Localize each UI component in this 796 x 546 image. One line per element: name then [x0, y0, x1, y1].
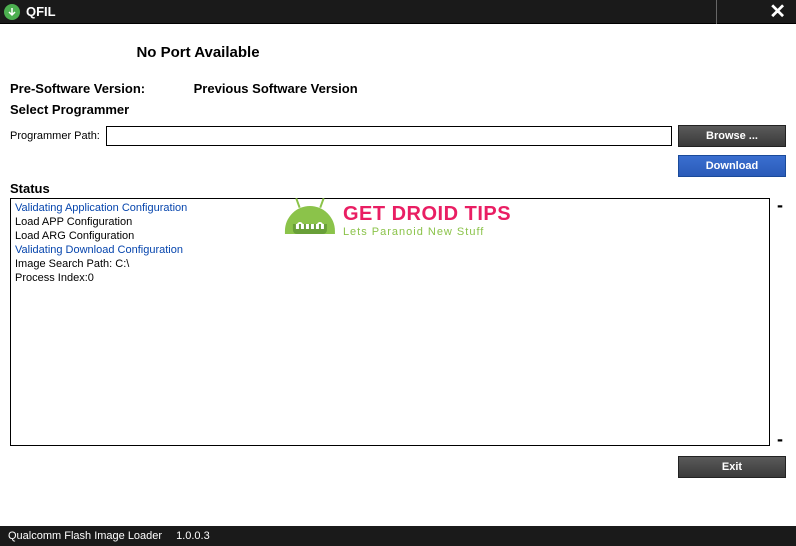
close-button[interactable]: ✕: [763, 0, 792, 24]
status-collapse-bottom[interactable]: -: [774, 434, 786, 444]
programmer-path-input[interactable]: [106, 126, 672, 146]
download-row: Download: [10, 155, 786, 177]
status-box[interactable]: Validating Application ConfigurationLoad…: [10, 198, 770, 446]
status-collapse-top[interactable]: -: [774, 200, 786, 210]
main-content: No Port Available Pre-Software Version: …: [0, 44, 796, 478]
status-line: Load ARG Configuration: [15, 229, 765, 243]
exit-button[interactable]: Exit: [678, 456, 786, 478]
browse-button[interactable]: Browse ...: [678, 125, 786, 147]
status-container: Validating Application ConfigurationLoad…: [10, 198, 786, 446]
version-label: Pre-Software Version:: [10, 81, 190, 96]
exit-row: Exit: [10, 456, 786, 478]
footer: Qualcomm Flash Image Loader 1.0.0.3: [0, 526, 796, 546]
status-line: Process Index:0: [15, 271, 765, 285]
status-side: - -: [774, 198, 786, 446]
app-title: QFIL: [26, 4, 671, 19]
footer-name: Qualcomm Flash Image Loader: [8, 530, 162, 542]
select-programmer-label: Select Programmer: [10, 102, 786, 117]
status-line: Validating Application Configuration: [15, 201, 765, 215]
version-value: Previous Software Version: [194, 81, 358, 96]
port-status: No Port Available: [10, 44, 786, 61]
status-line: Image Search Path: C:\: [15, 257, 765, 271]
programmer-row: Programmer Path: Browse ...: [10, 125, 786, 147]
programmer-path-label: Programmer Path:: [10, 130, 100, 142]
minimize-button[interactable]: __: [717, 11, 756, 21]
app-icon: [4, 4, 20, 20]
footer-version: 1.0.0.3: [176, 530, 210, 542]
status-label: Status: [10, 181, 786, 196]
status-line: Load APP Configuration: [15, 215, 765, 229]
version-row: Pre-Software Version: Previous Software …: [10, 81, 786, 96]
titlebar: QFIL __ ✕: [0, 0, 796, 24]
status-line: Validating Download Configuration: [15, 243, 765, 257]
download-button[interactable]: Download: [678, 155, 786, 177]
